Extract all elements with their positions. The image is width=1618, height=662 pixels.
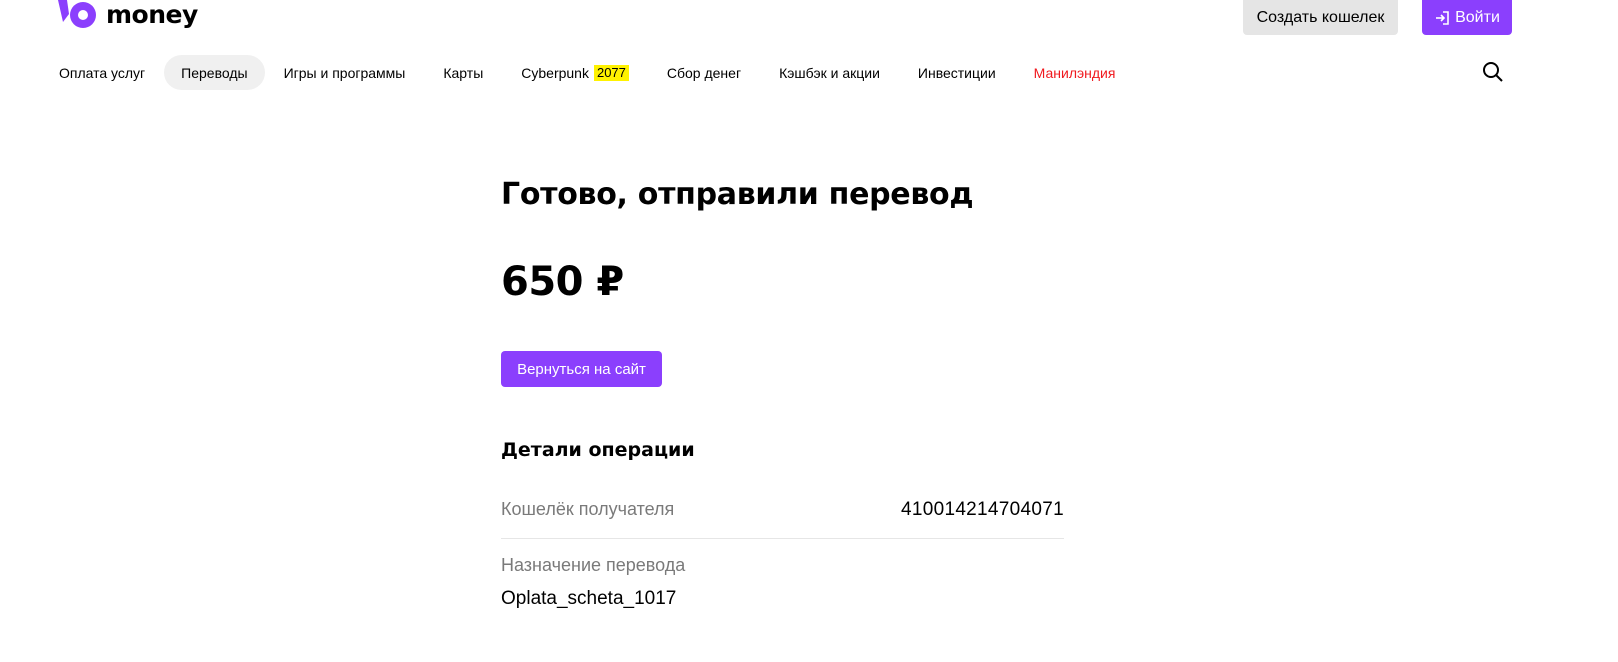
page-title: Готово, отправили перевод [501, 177, 974, 212]
nav-item-cards[interactable]: Карты [424, 55, 502, 90]
transfer-amount: 650 ₽ [501, 259, 624, 305]
nav-label: Переводы [181, 64, 248, 81]
login-button[interactable]: Войти [1422, 0, 1512, 35]
yoomoney-logo-icon [58, 0, 96, 28]
search-icon[interactable] [1481, 60, 1505, 84]
details-title: Детали операции [501, 439, 695, 461]
nav-item-games[interactable]: Игры и программы [265, 55, 425, 90]
back-to-site-button[interactable]: Вернуться на сайт [501, 351, 662, 387]
nav-item-moneyland[interactable]: Манилэндия [1015, 55, 1135, 90]
login-label: Войти [1455, 8, 1500, 26]
nav-label: Карты [443, 64, 484, 81]
purpose-label: Назначение перевода [501, 555, 686, 575]
nav-label: Сбор денег [666, 64, 742, 81]
main-nav: Оплата услуг Переводы Игры и программы К… [40, 55, 1134, 90]
login-icon [1436, 10, 1449, 25]
purpose-value: Oplata_scheta_1017 [501, 588, 677, 609]
recipient-wallet-value: 410014214704071 [900, 498, 1064, 520]
create-wallet-button[interactable]: Создать кошелек [1243, 0, 1398, 35]
nav-label: Манилэндия [1033, 64, 1116, 81]
recipient-wallet-label: Кошелёк получателя [501, 499, 675, 519]
nav-label: Кэшбэк и акции [779, 64, 880, 81]
nav-item-cashback[interactable]: Кэшбэк и акции [760, 55, 899, 90]
logo[interactable]: money [58, 0, 198, 30]
nav-item-payments[interactable]: Оплата услуг [40, 55, 164, 90]
nav-label: Cyberpunk [521, 64, 589, 81]
logo-text: money [106, 0, 198, 29]
main-content: Готово, отправили перевод 650 ₽ Вернутьс… [501, 175, 1064, 610]
nav-item-investments[interactable]: Инвестиции [899, 55, 1015, 90]
nav-label: Оплата услуг [59, 64, 146, 81]
nav-item-transfers[interactable]: Переводы [164, 55, 265, 90]
nav-item-cyberpunk[interactable]: Cyberpunk 2077 [502, 55, 648, 90]
nav-item-fundraising[interactable]: Сбор денег [648, 55, 760, 90]
nav-label: Игры и программы [283, 64, 406, 81]
recipient-wallet-row: Кошелёк получателя 410014214704071 [501, 481, 1064, 539]
nav-label: Инвестиции [917, 64, 996, 81]
cyberpunk-tag: 2077 [593, 64, 629, 81]
